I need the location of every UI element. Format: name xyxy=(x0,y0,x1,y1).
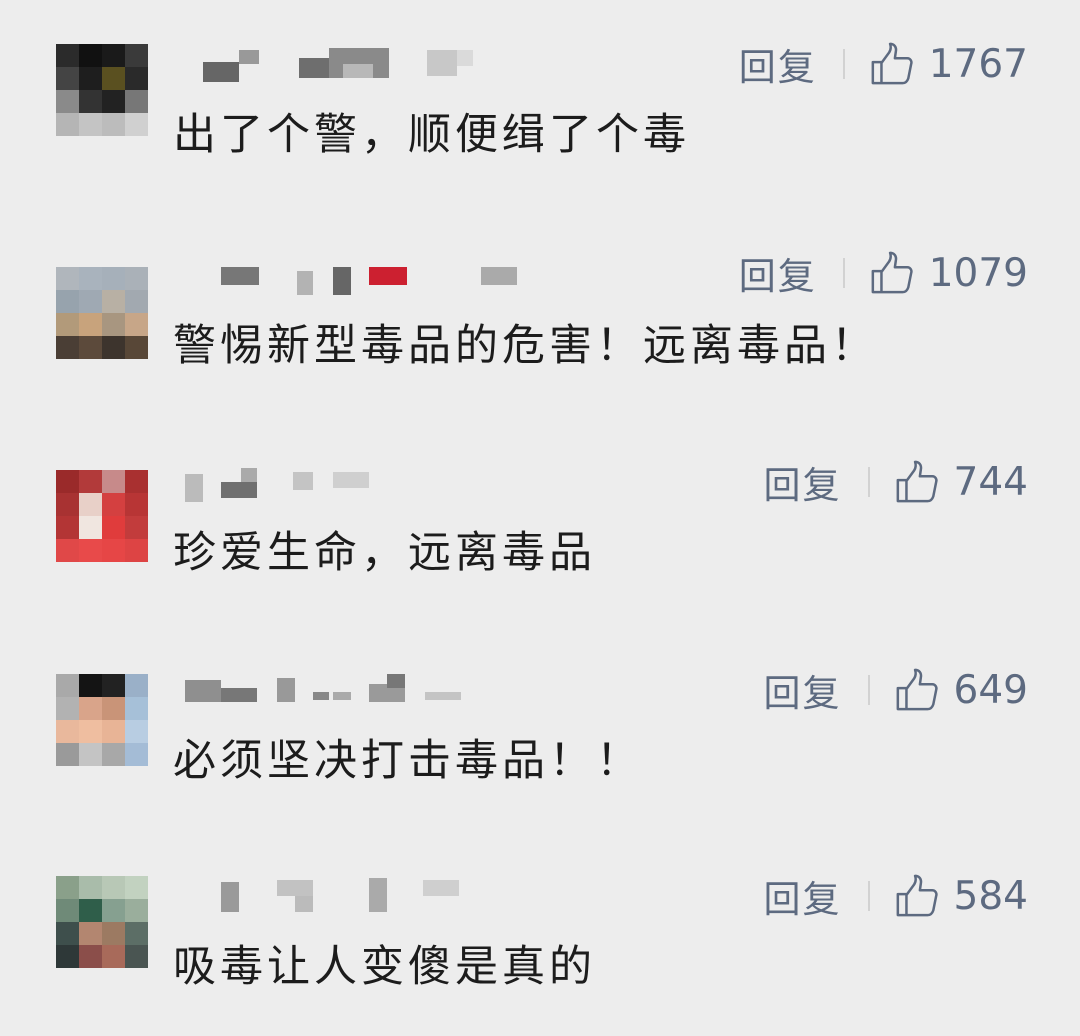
thumbs-up-icon[interactable] xyxy=(894,873,940,919)
like-button[interactable]: 649 xyxy=(894,667,1028,713)
reply-button[interactable]: 回复 xyxy=(764,663,842,717)
comment-text: 吸毒让人变傻是真的 xyxy=(173,942,596,992)
thumbs-up-icon[interactable] xyxy=(869,250,915,296)
username-mosaic[interactable] xyxy=(185,44,505,84)
comment-item: 回复 1767 出了个警，顺便缉了个毒 xyxy=(0,42,1080,204)
comment-item: 回复 649 必须坚决打击毒品！！ xyxy=(0,668,1080,830)
avatar[interactable] xyxy=(56,876,148,968)
reply-button[interactable]: 回复 xyxy=(764,455,842,509)
username-mosaic[interactable] xyxy=(185,253,517,295)
username-mosaic[interactable] xyxy=(185,462,505,502)
avatar[interactable] xyxy=(56,44,148,136)
divider xyxy=(867,467,870,497)
like-button[interactable]: 744 xyxy=(894,459,1028,505)
comment-text: 警惕新型毒品的危害！远离毒品！ xyxy=(173,321,878,371)
thumbs-up-icon[interactable] xyxy=(869,41,915,87)
like-count: 744 xyxy=(953,459,1028,505)
username-mosaic[interactable] xyxy=(185,876,505,916)
comment-actions: 回复 584 xyxy=(764,868,1028,924)
comment-actions: 回复 1767 xyxy=(739,36,1028,92)
like-count: 649 xyxy=(953,667,1028,713)
comment-text: 出了个警，顺便缉了个毒 xyxy=(173,110,690,160)
comment-actions: 回复 744 xyxy=(764,454,1028,510)
reply-button[interactable]: 回复 xyxy=(739,37,817,91)
comment-item: 回复 584 吸毒让人变傻是真的 xyxy=(0,874,1080,1036)
like-button[interactable]: 584 xyxy=(894,873,1028,919)
divider xyxy=(867,675,870,705)
avatar[interactable] xyxy=(56,267,148,359)
like-button[interactable]: 1079 xyxy=(869,250,1028,296)
divider xyxy=(867,881,870,911)
divider xyxy=(842,49,845,79)
thumbs-up-icon[interactable] xyxy=(894,667,940,713)
avatar[interactable] xyxy=(56,470,148,562)
divider xyxy=(842,258,845,288)
like-button[interactable]: 1767 xyxy=(869,41,1028,87)
comment-item: 回复 1079 警惕新型毒品的危害！远离毒品！ xyxy=(0,251,1080,413)
avatar[interactable] xyxy=(56,674,148,766)
comment-actions: 回复 649 xyxy=(764,662,1028,718)
comment-text: 珍爱生命，远离毒品 xyxy=(173,528,596,578)
like-count: 1767 xyxy=(928,41,1028,87)
comment-text: 必须坚决打击毒品！！ xyxy=(173,736,643,786)
comment-actions: 回复 1079 xyxy=(739,245,1028,301)
like-count: 1079 xyxy=(928,250,1028,296)
comment-item: 回复 744 珍爱生命，远离毒品 xyxy=(0,460,1080,622)
reply-button[interactable]: 回复 xyxy=(739,246,817,300)
like-count: 584 xyxy=(953,873,1028,919)
reply-button[interactable]: 回复 xyxy=(764,869,842,923)
thumbs-up-icon[interactable] xyxy=(894,459,940,505)
username-mosaic[interactable] xyxy=(185,670,505,710)
